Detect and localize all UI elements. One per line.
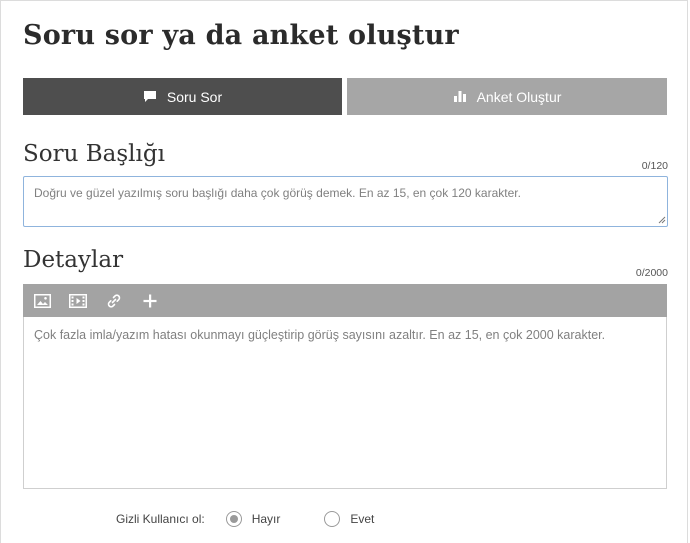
page-title: Soru sor ya da anket oluştur: [23, 20, 459, 51]
tab-create-poll[interactable]: Anket Oluştur: [347, 78, 667, 115]
editor-toolbar: [23, 284, 667, 317]
speech-bubble-icon: [143, 90, 157, 103]
details-input[interactable]: [23, 317, 667, 489]
tab-create-poll-label: Anket Oluştur: [476, 88, 562, 105]
radio-no-label[interactable]: Hayır: [252, 512, 281, 526]
tab-ask-question[interactable]: Soru Sor: [23, 78, 342, 115]
tab-ask-question-label: Soru Sor: [166, 88, 223, 105]
anonymous-user-label: Gizli Kullanıcı ol:: [116, 512, 205, 526]
link-icon[interactable]: [105, 292, 123, 310]
question-title-input[interactable]: [23, 176, 668, 227]
radio-no[interactable]: [225, 511, 242, 527]
anonymous-user-row: Gizli Kullanıcı ol: Hayır Evet: [116, 509, 374, 529]
radio-yes[interactable]: [324, 511, 341, 527]
details-heading: Detaylar: [23, 247, 124, 273]
plus-icon[interactable]: [141, 292, 159, 310]
video-icon[interactable]: [69, 292, 87, 310]
question-title-heading: Soru Başlığı: [23, 141, 165, 167]
question-title-counter: 0/120: [641, 160, 668, 172]
image-icon[interactable]: [33, 292, 51, 310]
tab-bar: Soru Sor Anket Oluştur: [23, 78, 667, 115]
bar-chart-icon: [453, 90, 467, 103]
details-counter: 0/2000: [635, 267, 668, 279]
radio-yes-label[interactable]: Evet: [350, 512, 374, 526]
resize-grip-icon[interactable]: [658, 216, 666, 224]
